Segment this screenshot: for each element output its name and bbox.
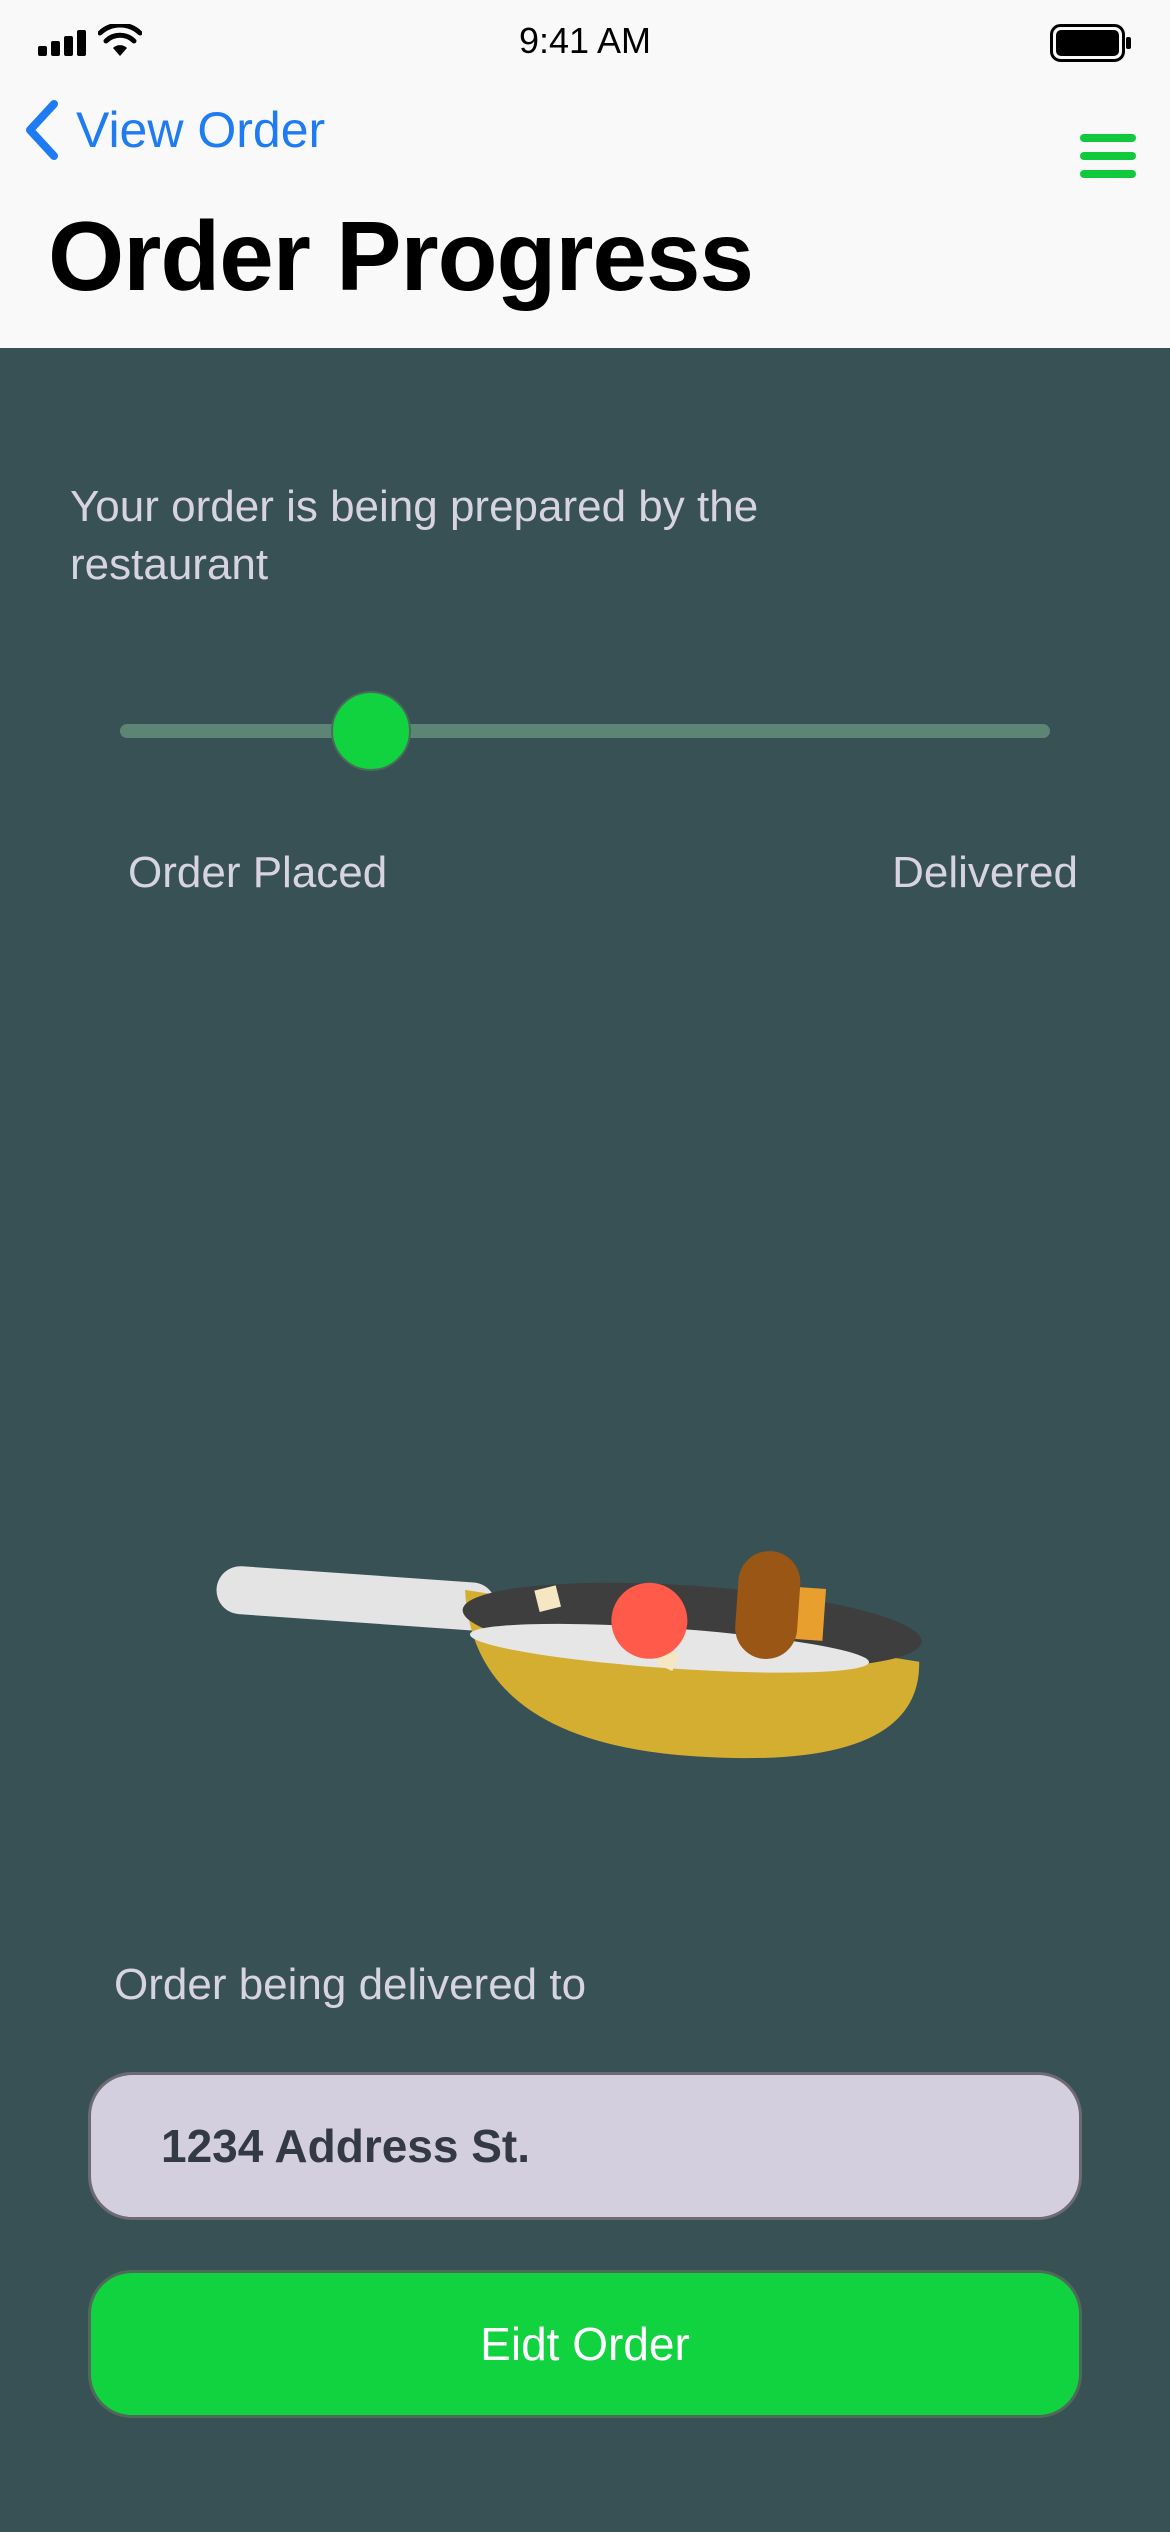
progress-thumb[interactable] <box>331 691 412 771</box>
hamburger-menu-icon[interactable] <box>1078 132 1138 180</box>
order-status-message: Your order is being prepared by the rest… <box>70 482 759 589</box>
cooking-pan-illustration <box>216 1551 922 1759</box>
chevron-left-icon <box>26 100 58 160</box>
step-label-order-placed: Order Placed <box>128 848 388 897</box>
edit-order-button[interactable]: Eidt Order <box>88 2270 1082 2418</box>
delivery-address-field[interactable]: 1234 Address St. <box>88 2072 1082 2220</box>
progress-track <box>120 724 1050 738</box>
battery-icon <box>1050 24 1131 62</box>
page-title: Order Progress <box>48 201 754 311</box>
back-button-label: View Order <box>76 102 326 158</box>
nav-header: View Order Order Progress <box>0 88 1170 348</box>
back-button[interactable]: View Order <box>22 92 325 168</box>
screen: 9:41 AM View Order Order Progress Your o… <box>0 0 1170 2532</box>
delivery-caption: Order being delivered to <box>114 1960 587 2009</box>
status-time: 9:41 AM <box>518 20 652 61</box>
step-label-delivered: Delivered <box>892 848 1078 897</box>
main-content: Your order is being prepared by the rest… <box>0 348 1170 2532</box>
status-bar: 9:41 AM <box>0 0 1170 88</box>
